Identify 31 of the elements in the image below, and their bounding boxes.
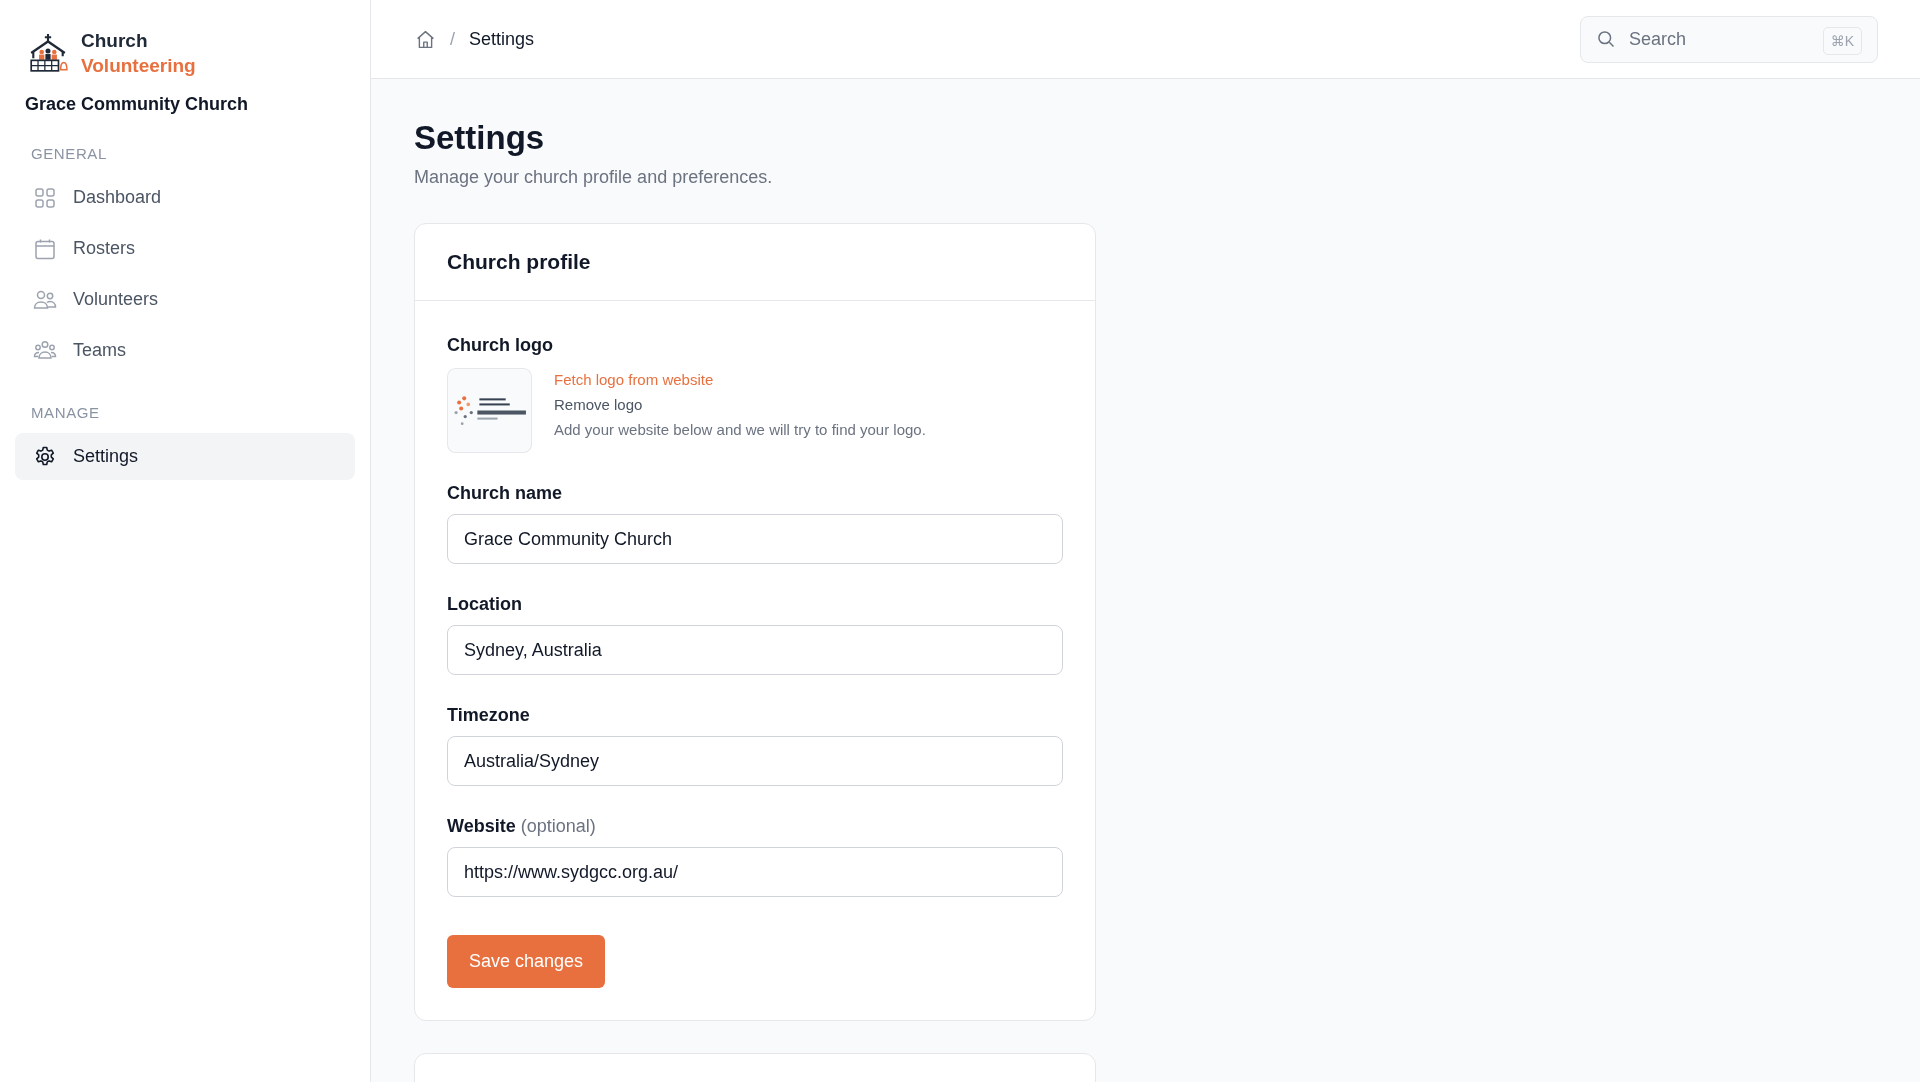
grid-icon (33, 185, 57, 210)
field-label: Church name (447, 483, 563, 504)
church-logo-icon (27, 32, 69, 74)
sidebar-item[interactable]: Teams (15, 327, 355, 374)
app-name: Church (81, 29, 149, 53)
breadcrumb-separator: / (450, 28, 455, 50)
remove-logo-link[interactable]: Remove logo (554, 396, 926, 413)
organization-name: Grace Community Church (25, 94, 250, 115)
logo-hint: Add your website below and we will try to find your logo. (554, 421, 926, 438)
sidebar-item[interactable]: Settings (15, 433, 355, 480)
home-icon[interactable] (415, 28, 436, 50)
sidebar-item[interactable]: Dashboard (15, 174, 355, 221)
field-label: Website (447, 816, 516, 837)
sidebar-item[interactable]: Volunteers (15, 276, 355, 323)
input-field[interactable]: Australia/Sydney (447, 736, 1063, 786)
section-heading: GENERAL (31, 145, 108, 162)
input-field[interactable]: Sydney, Australia (447, 625, 1063, 675)
field-label: Timezone (447, 705, 530, 726)
input-field[interactable]: https://www.sydgcc.org.au/ (447, 847, 1063, 897)
field-label: Location (447, 594, 522, 615)
app-name: Volunteering (81, 54, 196, 78)
card-title: Church profile (447, 250, 591, 274)
sidebar-item[interactable]: Rosters (15, 225, 355, 272)
search-icon (1596, 28, 1616, 49)
page-title: Settings (414, 119, 546, 157)
page-subtitle: Manage your church profile and preferences. (414, 167, 774, 188)
section-heading: MANAGE (31, 404, 101, 421)
input-field[interactable]: Grace Community Church (447, 514, 1063, 564)
breadcrumb-current: Settings (469, 28, 535, 50)
optional-note: (optional) (520, 816, 596, 837)
field-label: Church logo (447, 335, 554, 356)
